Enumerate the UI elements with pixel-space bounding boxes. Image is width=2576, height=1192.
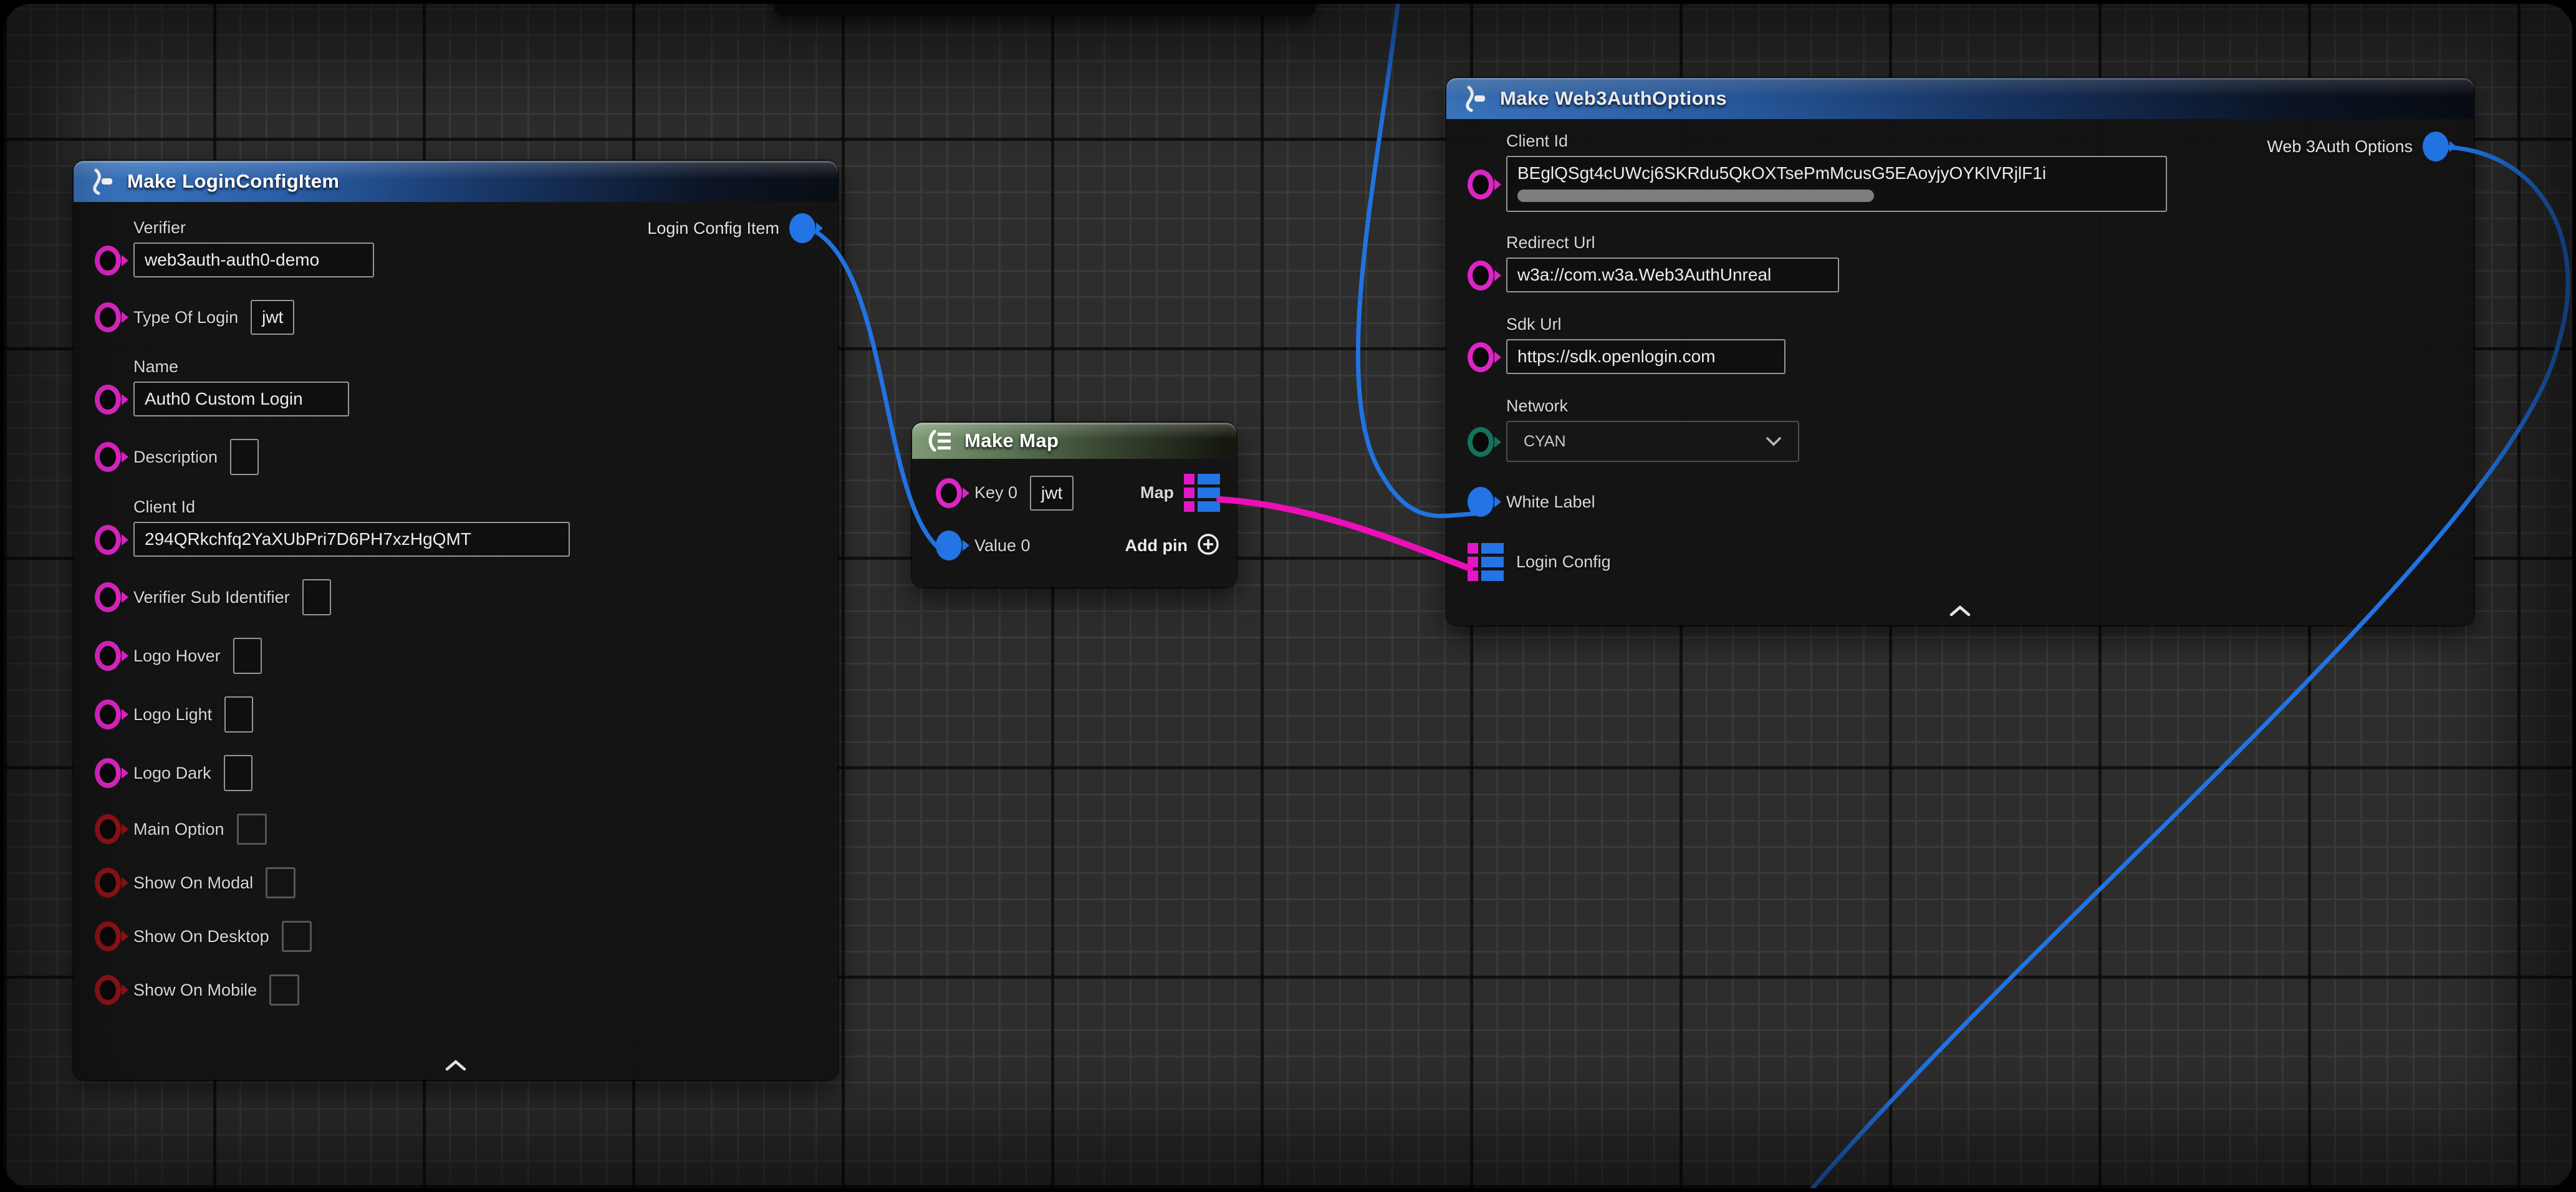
chevron-up-icon[interactable] [1949, 605, 1971, 620]
make-struct-icon [1461, 84, 1489, 113]
network-dropdown-value: CYAN [1524, 433, 1566, 451]
wire-map-to-login-config [1219, 499, 1470, 569]
verifier-sub-identifier-input[interactable] [302, 579, 331, 615]
pin-row-login-config: Login Config [1468, 543, 2456, 581]
node-title: Make Web3AuthOptions [1500, 87, 1727, 110]
pin-row-main-option: Main Option [95, 814, 820, 845]
verifier-sub-identifier-pin[interactable] [95, 582, 121, 612]
pin-row-white-label: White Label [1468, 487, 2456, 517]
pin-row-sdk-url: Sdk Url https://sdk.openlogin.com [1468, 315, 2456, 374]
pin-row-description: Description [95, 439, 820, 475]
node-make-web3auth-options[interactable]: Make Web3AuthOptions Web 3Auth Options C… [1446, 78, 2474, 625]
offscreen-node-bottom-edge[interactable] [774, 4, 1315, 16]
pin-row-redirect-url: Redirect Url w3a://com.w3a.Web3AuthUnrea… [1468, 233, 2456, 292]
pin-row-show-on-mobile: Show On Mobile [95, 974, 820, 1006]
logo-light-pin[interactable] [95, 699, 121, 729]
blueprint-graph-canvas[interactable]: Make LoginConfigItem Login Config Item V… [4, 4, 2572, 1188]
key-0-input[interactable]: jwt [1030, 476, 1074, 511]
client-id-scrollbar[interactable] [1517, 190, 2155, 202]
sdk-url-pin[interactable] [1468, 342, 1494, 372]
redirect-url-input[interactable]: w3a://com.w3a.Web3AuthUnreal [1506, 257, 1839, 292]
description-pin[interactable] [95, 442, 121, 472]
value-0-pin[interactable] [936, 531, 962, 560]
verifier-pin[interactable] [95, 246, 121, 276]
pin-row-verifier-sub-identifier: Verifier Sub Identifier [95, 579, 820, 615]
network-pin[interactable] [1468, 427, 1494, 457]
sdk-url-input[interactable]: https://sdk.openlogin.com [1506, 339, 1785, 374]
logo-dark-pin[interactable] [95, 758, 121, 788]
show-on-mobile-checkbox[interactable] [269, 974, 299, 1006]
verifier-input[interactable]: web3auth-auth0-demo [133, 243, 374, 277]
name-input[interactable]: Auth0 Custom Login [133, 382, 349, 416]
pin-row-value-0: Value 0 Add pin [936, 531, 1220, 560]
pin-row-client-id: Client Id 294QRkchfq2YaXUbPri7D6PH7xzHgQ… [95, 497, 820, 557]
chevron-up-icon[interactable] [445, 1059, 467, 1075]
make-struct-icon [89, 167, 116, 196]
main-option-pin[interactable] [95, 814, 121, 844]
pin-row-logo-hover: Logo Hover [95, 638, 820, 674]
login-config-pin[interactable] [1468, 543, 1504, 581]
show-on-desktop-pin[interactable] [95, 921, 121, 951]
pin-row-name: Name Auth0 Custom Login [95, 357, 820, 416]
pin-row-show-on-desktop: Show On Desktop [95, 921, 820, 952]
client-id-input[interactable]: 294QRkchfq2YaXUbPri7D6PH7xzHgQMT [133, 522, 570, 557]
main-option-checkbox[interactable] [237, 814, 267, 845]
container-list-icon [927, 428, 953, 454]
white-label-pin[interactable] [1468, 487, 1494, 517]
name-pin[interactable] [95, 385, 121, 415]
pin-row-logo-dark: Logo Dark [95, 755, 820, 791]
node-header[interactable]: Make Map [912, 423, 1236, 459]
add-pin-button[interactable]: Add pin [1125, 532, 1220, 559]
redirect-url-pin[interactable] [1468, 261, 1494, 291]
pin-row-network: Network CYAN [1468, 397, 2456, 462]
node-header[interactable]: Make LoginConfigItem [74, 161, 838, 202]
pin-row-key-0: Key 0 jwt Map [936, 474, 1220, 512]
node-title: Make LoginConfigItem [127, 170, 339, 193]
node-make-map[interactable]: Make Map Key 0 jwt Map [912, 423, 1236, 587]
node-make-login-config-item[interactable]: Make LoginConfigItem Login Config Item V… [74, 161, 838, 1080]
client-id-input[interactable]: BEglQSgt4cUWcj6SKRdu5QkOXTsePmMcusG5EAoy… [1506, 156, 2167, 212]
plus-circle-icon [1196, 532, 1220, 559]
pin-row-logo-light: Logo Light [95, 696, 820, 733]
type-of-login-pin[interactable] [95, 302, 121, 332]
client-id-pin[interactable] [1468, 170, 1494, 199]
logo-light-input[interactable] [224, 696, 253, 733]
pin-row-show-on-modal: Show On Modal [95, 867, 820, 898]
map-output-pin[interactable] [1184, 474, 1220, 512]
show-on-mobile-pin[interactable] [95, 975, 121, 1005]
key-0-pin[interactable] [936, 478, 962, 508]
logo-hover-pin[interactable] [95, 641, 121, 671]
pin-row-client-id: Client Id BEglQSgt4cUWcj6SKRdu5QkOXTsePm… [1468, 132, 2456, 212]
show-on-modal-pin[interactable] [95, 868, 121, 898]
pin-row-verifier: Verifier web3auth-auth0-demo [95, 218, 820, 277]
logo-hover-input[interactable] [233, 638, 262, 674]
blueprint-graph-screenshot: Make LoginConfigItem Login Config Item V… [0, 0, 2576, 1192]
show-on-modal-checkbox[interactable] [266, 867, 296, 898]
node-title: Make Map [964, 430, 1059, 452]
network-dropdown[interactable]: CYAN [1506, 421, 1799, 462]
pin-row-type-of-login: Type Of Login jwt [95, 300, 820, 335]
node-header[interactable]: Make Web3AuthOptions [1446, 78, 2474, 119]
show-on-desktop-checkbox[interactable] [282, 921, 312, 952]
logo-dark-input[interactable] [224, 755, 252, 791]
client-id-pin[interactable] [95, 525, 121, 555]
pin-label: Verifier [133, 218, 374, 238]
chevron-down-icon [1766, 436, 1782, 446]
type-of-login-input[interactable]: jwt [251, 300, 294, 335]
map-output-label: Map [1140, 483, 1174, 502]
description-input[interactable] [230, 439, 259, 475]
